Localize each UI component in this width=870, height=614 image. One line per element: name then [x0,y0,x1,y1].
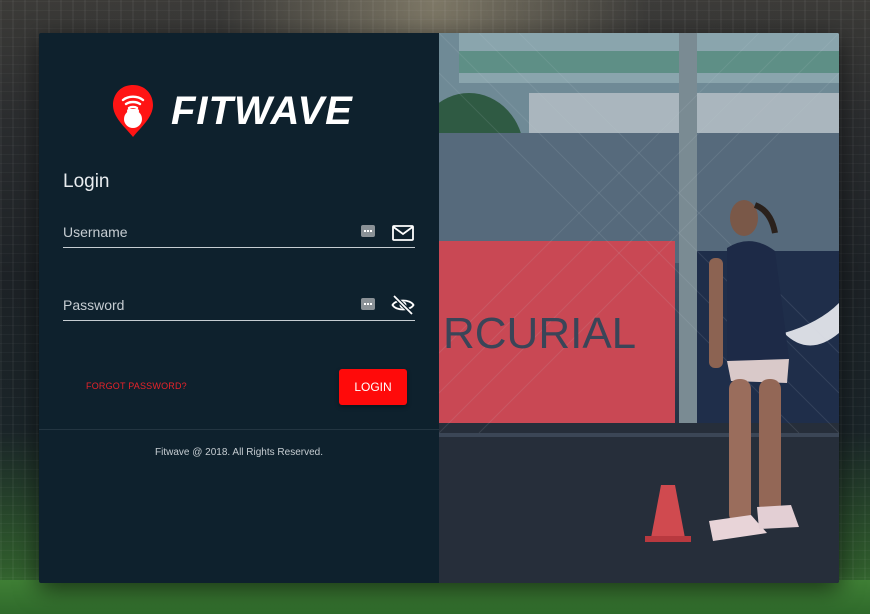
login-card: FITWAVE Login FORGOT PASSWORD? LOGIN Fi [39,33,839,583]
mail-icon [392,225,414,241]
login-button[interactable]: LOGIN [339,369,407,405]
password-field-container [63,292,415,321]
login-title: Login [63,171,110,192]
username-field-container [63,219,415,248]
kettlebell-wifi-pin-icon [113,85,153,137]
password-input[interactable] [63,292,353,318]
username-input[interactable] [63,219,353,245]
password-manager-icon[interactable] [361,298,375,310]
forgot-password-link[interactable]: FORGOT PASSWORD? [86,381,187,391]
login-panel: FITWAVE Login FORGOT PASSWORD? LOGIN Fi [39,33,439,583]
brand-name: FITWAVE [171,89,353,133]
password-manager-icon[interactable] [361,225,375,237]
banner-text: RCURIAL [443,309,637,358]
pitch-background [0,580,870,614]
hero-image: RCURIAL [439,33,839,583]
eye-off-icon[interactable] [391,294,415,316]
footer-copyright: Fitwave @ 2018. All Rights Reserved. [154,447,323,458]
brand-logo: FITWAVE [111,83,371,139]
divider [39,429,439,430]
hero-photo-illustration [439,33,839,583]
